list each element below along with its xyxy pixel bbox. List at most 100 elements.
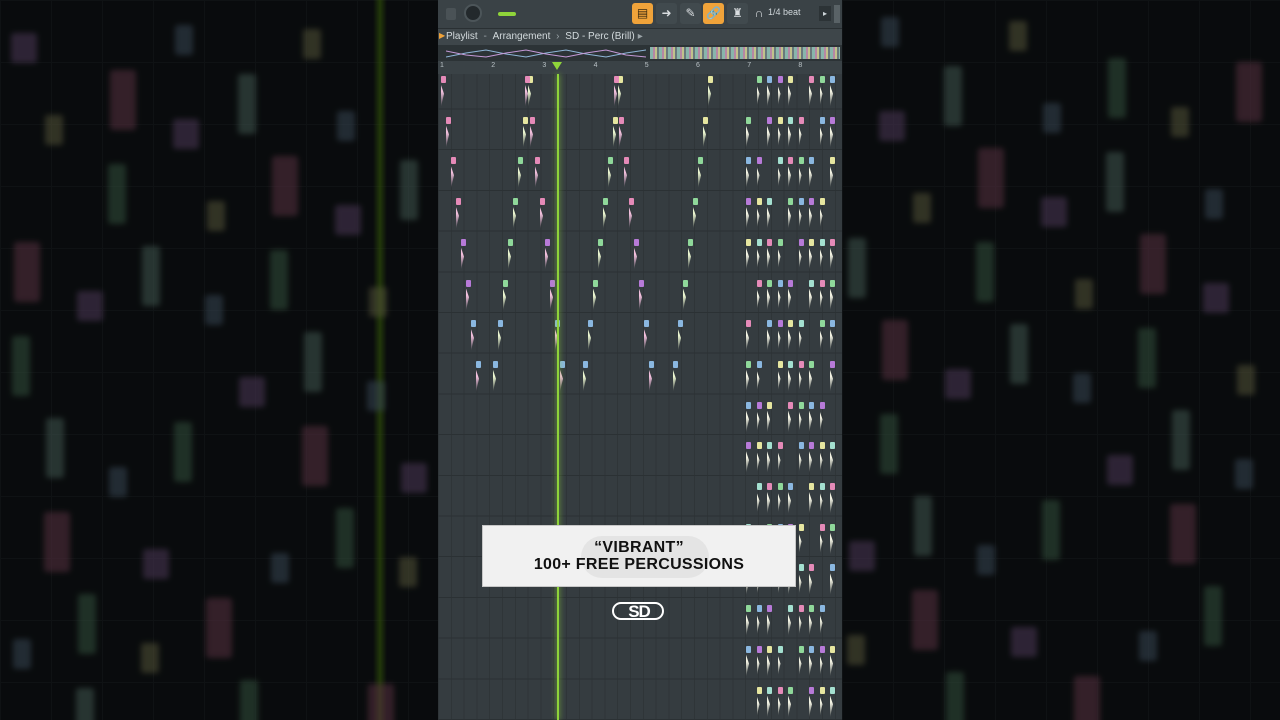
pattern-clip[interactable] [830, 442, 835, 476]
pattern-clip[interactable] [809, 76, 814, 110]
pattern-clip[interactable] [451, 157, 456, 191]
pattern-clip[interactable] [525, 76, 530, 110]
pattern-clip[interactable] [819, 483, 825, 517]
pattern-clip[interactable] [819, 116, 825, 151]
pattern-clip[interactable] [613, 116, 618, 151]
pattern-clip[interactable] [819, 442, 825, 476]
pattern-clip[interactable] [603, 198, 608, 232]
pattern-clip[interactable] [830, 645, 835, 680]
arrow-button[interactable]: ➜ [656, 3, 677, 24]
pattern-clip[interactable] [777, 686, 783, 720]
pattern-clip[interactable] [777, 76, 783, 110]
pattern-clip[interactable] [550, 279, 555, 314]
pattern-clip[interactable] [756, 360, 762, 395]
pattern-clip[interactable] [777, 442, 783, 476]
pattern-clip[interactable] [788, 483, 793, 517]
pattern-clip[interactable] [809, 645, 814, 680]
brush-button[interactable]: ✎ [680, 3, 701, 24]
pattern-clip[interactable] [830, 320, 835, 354]
pattern-clip[interactable] [809, 605, 814, 639]
pattern-clip[interactable] [756, 605, 762, 639]
pattern-clip[interactable] [777, 116, 783, 151]
pattern-clip[interactable] [746, 401, 751, 436]
pattern-clip[interactable] [683, 279, 688, 314]
pattern-clip[interactable] [608, 157, 613, 191]
pattern-clip[interactable] [830, 238, 835, 273]
pattern-clip[interactable] [746, 645, 751, 680]
pattern-clip[interactable] [649, 360, 654, 395]
pattern-clip[interactable] [493, 360, 498, 395]
toolbar-grip[interactable] [834, 5, 840, 23]
pattern-clip[interactable] [756, 198, 762, 232]
pattern-clip[interactable] [756, 645, 762, 680]
pattern-clip[interactable] [767, 645, 772, 680]
pattern-clip[interactable] [498, 320, 503, 354]
pattern-name[interactable]: SD - Perc (Brill) [565, 31, 634, 42]
pattern-clip[interactable] [746, 238, 751, 273]
pattern-clip[interactable] [593, 279, 598, 314]
pattern-clip[interactable] [809, 401, 814, 436]
pattern-clip[interactable] [777, 483, 783, 517]
pattern-clip[interactable] [809, 686, 814, 720]
pattern-clip[interactable] [756, 279, 762, 314]
pattern-clip[interactable] [819, 523, 825, 558]
pattern-clip[interactable] [830, 116, 835, 151]
pattern-clip[interactable] [756, 686, 762, 720]
pattern-clip[interactable] [746, 605, 751, 639]
pattern-clip[interactable] [819, 320, 825, 354]
pattern-clip[interactable] [798, 442, 804, 476]
pattern-clip[interactable] [767, 76, 772, 110]
pattern-clip[interactable] [756, 483, 762, 517]
pattern-clip[interactable] [746, 442, 751, 476]
snap-selector[interactable]: 1/4 beat [768, 7, 801, 17]
pattern-clip[interactable] [819, 198, 825, 232]
scroll-right-button[interactable]: ▸ [819, 6, 831, 21]
pattern-clip[interactable] [830, 279, 835, 314]
pattern-clip[interactable] [798, 157, 804, 191]
pattern-clip[interactable] [788, 279, 793, 314]
pattern-clip[interactable] [466, 279, 471, 314]
pattern-clip[interactable] [819, 605, 825, 639]
pattern-clip[interactable] [588, 320, 593, 354]
pattern-clip[interactable] [777, 157, 783, 191]
pattern-clip[interactable] [530, 116, 535, 151]
pattern-clip[interactable] [518, 157, 523, 191]
pattern-clip[interactable] [540, 198, 545, 232]
pattern-clip[interactable] [777, 320, 783, 354]
pattern-clip[interactable] [777, 238, 783, 273]
pattern-clip[interactable] [809, 238, 814, 273]
pattern-clip[interactable] [830, 686, 835, 720]
playlist-button[interactable]: ▤ [632, 3, 653, 24]
pattern-clip[interactable] [624, 157, 629, 191]
pattern-clip[interactable] [788, 605, 793, 639]
pattern-clip[interactable] [798, 360, 804, 395]
pattern-clip[interactable] [503, 279, 508, 314]
pattern-clip[interactable] [441, 76, 446, 110]
pattern-clip[interactable] [619, 116, 624, 151]
pattern-clip[interactable] [788, 198, 793, 232]
pattern-clip[interactable] [767, 442, 772, 476]
playhead-marker[interactable] [552, 62, 562, 70]
pattern-clip[interactable] [767, 116, 772, 151]
pattern-clip[interactable] [629, 198, 634, 232]
pattern-clip[interactable] [830, 483, 835, 517]
pattern-clip[interactable] [798, 645, 804, 680]
pattern-clip[interactable] [788, 320, 793, 354]
pattern-clip[interactable] [830, 523, 835, 558]
pattern-clip[interactable] [809, 564, 814, 598]
pattern-clip[interactable] [798, 564, 804, 598]
pattern-clip[interactable] [819, 645, 825, 680]
zoom-knob[interactable] [464, 4, 482, 22]
pattern-clip[interactable] [639, 279, 644, 314]
pattern-clip[interactable] [767, 279, 772, 314]
pattern-clip[interactable] [508, 238, 513, 273]
pattern-clip[interactable] [809, 279, 814, 314]
stamp-button[interactable]: ♜ [727, 3, 748, 24]
pattern-clip[interactable] [788, 116, 793, 151]
pattern-clip[interactable] [788, 686, 793, 720]
pattern-clip[interactable] [746, 116, 751, 151]
pattern-clip[interactable] [476, 360, 481, 395]
pattern-clip[interactable] [809, 157, 814, 191]
pattern-clip[interactable] [545, 238, 550, 273]
pattern-clip[interactable] [798, 198, 804, 232]
